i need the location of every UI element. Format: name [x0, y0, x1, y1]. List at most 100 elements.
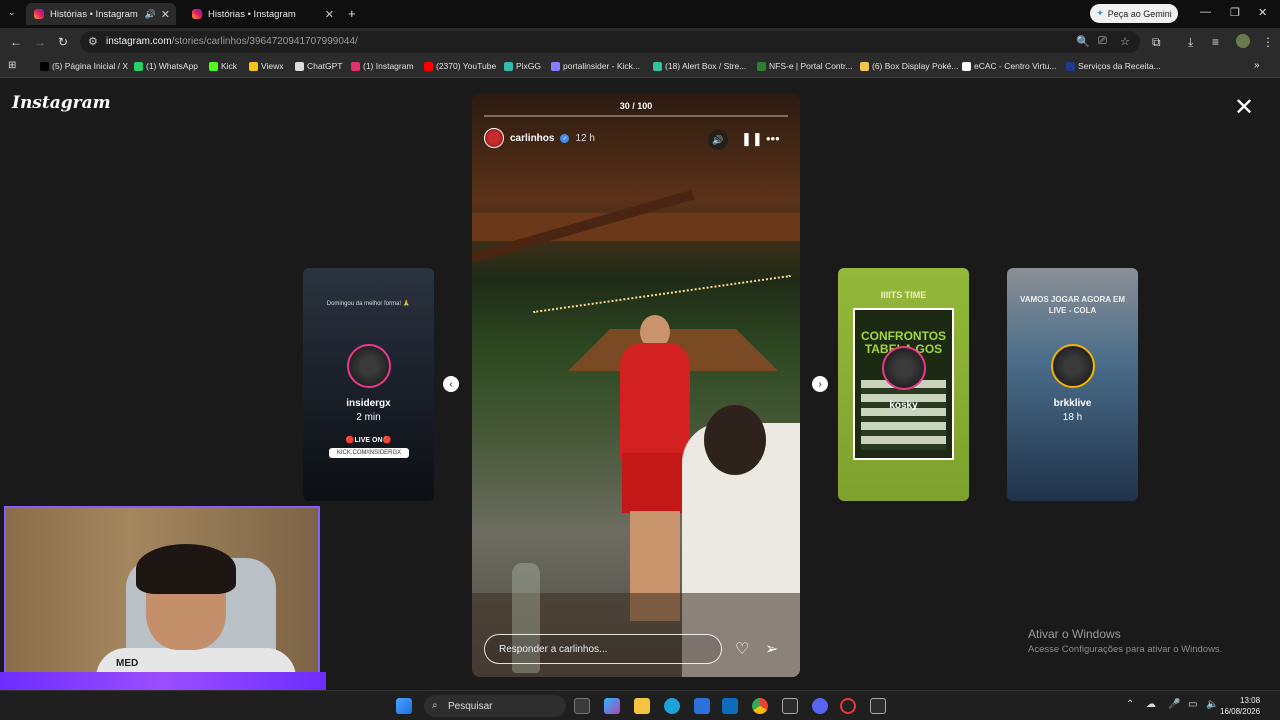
bookmark-item[interactable]: (5) Página Inicial / X [40, 61, 128, 71]
gemini-sparkle-icon: ✦ [1096, 8, 1104, 18]
preview-username: brkklive [1053, 398, 1092, 409]
avatar[interactable] [484, 128, 504, 148]
tab-title: Histórias • Instagram [208, 8, 296, 20]
bookmark-item[interactable]: (2370) YouTube [424, 61, 496, 71]
bookmark-label: (18) Alert Box / Stre... [665, 61, 747, 71]
story-preview-brkklive[interactable]: VAMOS JOGAR AGORA EM LIVE - COLA brkkliv… [1007, 268, 1138, 501]
omnibox[interactable]: ⚙ instagram.com/stories/carlinhos/396472… [80, 31, 1140, 53]
task-view-icon[interactable] [574, 698, 590, 714]
new-tab-button[interactable]: + [348, 6, 356, 21]
share-send-icon[interactable]: ➢ [765, 639, 778, 659]
bookmark-item[interactable]: eCAC - Centro Virtu... [962, 61, 1057, 71]
gemini-label: Peça ao Gemini [1107, 8, 1172, 19]
display-icon[interactable]: ▭ [1188, 699, 1197, 710]
copilot-icon[interactable] [604, 698, 620, 714]
file-explorer-icon[interactable] [634, 698, 650, 714]
tab-stories-1[interactable]: Histórias • Instagram 🔊 ✕ [26, 3, 176, 25]
bookmark-item[interactable]: (18) Alert Box / Stre... [653, 61, 746, 71]
preview-time: 2 min [356, 412, 381, 423]
minimize-icon[interactable]: — [1200, 6, 1211, 18]
webcam-overlay: MED [4, 506, 320, 686]
bookmark-star-icon[interactable]: ☆ [1120, 35, 1130, 48]
zoom-icon[interactable]: 🔍 [1076, 35, 1090, 48]
next-story-chevron-icon[interactable]: › [812, 376, 828, 392]
pause-icon[interactable]: ❚❚ [741, 131, 763, 147]
media-control-icon[interactable]: ≡ [1212, 35, 1219, 49]
discord-icon[interactable] [812, 698, 828, 714]
url-path: /stories/carlinhos/3964720941707999044/ [171, 36, 358, 47]
volume-icon[interactable]: 🔈 [1206, 699, 1218, 710]
windows-start-icon[interactable] [396, 698, 412, 714]
bookmark-label: Serviços da Receita... [1078, 61, 1161, 71]
site-settings-icon[interactable]: ⚙ [88, 35, 98, 48]
avatar [347, 344, 391, 388]
preview-username: insidergx [346, 398, 391, 409]
window-close-icon[interactable]: ✕ [1258, 6, 1267, 19]
ask-gemini-button[interactable]: ✦ Peça ao Gemini [1090, 4, 1178, 23]
apps-grid-icon[interactable]: ⊞ [8, 60, 16, 71]
restore-icon[interactable]: ❐ [1230, 6, 1240, 19]
bookmark-favicon-icon [504, 61, 513, 71]
outlook-icon[interactable] [722, 698, 738, 714]
capcut-icon[interactable] [870, 698, 886, 714]
bookmark-label: PixGG [516, 61, 542, 71]
search-icon: ⌕ [432, 700, 438, 711]
bookmark-item[interactable]: Kick [209, 61, 237, 71]
story-username[interactable]: carlinhos [510, 133, 554, 144]
like-heart-icon[interactable]: ♡ [735, 639, 749, 659]
profile-avatar[interactable] [1236, 34, 1250, 48]
download-icon[interactable]: ⤓ [1188, 35, 1193, 50]
story-media[interactable] [472, 93, 800, 677]
bookmark-item[interactable]: (1) Instagram [351, 61, 414, 71]
tab-list-chevron-icon[interactable]: ⌄ [8, 7, 16, 18]
taskbar-clock[interactable]: 13:08 16/08/2026 [1220, 695, 1260, 717]
bookmark-item[interactable]: Serviços da Receita... [1066, 61, 1161, 71]
close-stories-button[interactable]: ✕ [1234, 93, 1254, 122]
more-options-icon[interactable]: ••• [766, 131, 780, 146]
cast-icon[interactable]: ⎚ [1098, 35, 1107, 48]
bookmark-item[interactable]: portalinsider - Kick... [551, 61, 640, 71]
story-preview-kosky[interactable]: IIIITS TIME CONFRONTOS TABELA GOS kosky [838, 268, 969, 501]
bookmark-item[interactable]: (6) Box Display Poké... [860, 61, 958, 71]
webcam-hair [136, 544, 236, 594]
network-icon[interactable]: ☁ [1146, 699, 1156, 710]
bookmark-item[interactable]: NFS-e | Portal Contr... [757, 61, 852, 71]
story-photo-beam [472, 213, 800, 241]
microphone-icon[interactable]: 🎤 [1168, 699, 1180, 710]
search-placeholder: Pesquisar [448, 700, 493, 712]
browser-menu-icon[interactable]: ⋮ [1262, 35, 1274, 49]
story-preview-insidergx[interactable]: Domingou da melhor forma! 🙏 insidergx 2 … [303, 268, 434, 501]
bookmark-item[interactable]: (1) WhatsApp [134, 61, 198, 71]
tab-title: Histórias • Instagram [50, 8, 138, 20]
tab-stories-2[interactable]: Histórias • Instagram ✕ [184, 3, 340, 25]
obs-icon[interactable] [840, 698, 856, 714]
poster-table [861, 380, 946, 450]
url-text[interactable]: instagram.com/stories/carlinhos/39647209… [106, 36, 358, 47]
tray-overflow-icon[interactable]: ⌃ [1126, 699, 1134, 710]
extensions-icon[interactable]: ⧉ [1152, 35, 1161, 50]
chrome-icon[interactable] [752, 698, 768, 714]
url-host: instagram.com [106, 36, 172, 47]
sound-icon[interactable]: 🔊 [708, 130, 728, 150]
back-arrow-icon[interactable]: ← [10, 35, 22, 49]
previous-story-chevron-icon[interactable]: ‹ [443, 376, 459, 392]
store-icon[interactable] [694, 698, 710, 714]
reload-icon[interactable]: ↻ [58, 35, 68, 49]
edge-icon[interactable] [664, 698, 680, 714]
bookmark-item[interactable]: ChatGPT [295, 61, 342, 71]
instagram-logo[interactable]: Instagram [12, 93, 111, 113]
bookmark-item[interactable]: Viewx [249, 61, 284, 71]
reply-input[interactable]: Responder a carlinhos... [484, 634, 722, 664]
forward-arrow-icon[interactable]: → [34, 35, 46, 49]
tab-close-icon[interactable]: ✕ [161, 8, 170, 21]
clock-date: 16/08/2026 [1220, 707, 1261, 716]
story-photo-person [704, 405, 766, 475]
audio-playing-icon[interactable]: 🔊 [145, 9, 156, 20]
more-bookmarks-icon[interactable]: » [1254, 60, 1260, 71]
tab-close-icon[interactable]: ✕ [325, 8, 334, 21]
bookmark-label: portalinsider - Kick... [563, 61, 640, 71]
taskbar-search[interactable]: ⌕ Pesquisar [424, 695, 566, 717]
bookmark-item[interactable]: PixGG [504, 61, 541, 71]
capcut-icon[interactable] [782, 698, 798, 714]
kick-link-sticker: KICK.COM/INSIDERGX [329, 448, 409, 458]
